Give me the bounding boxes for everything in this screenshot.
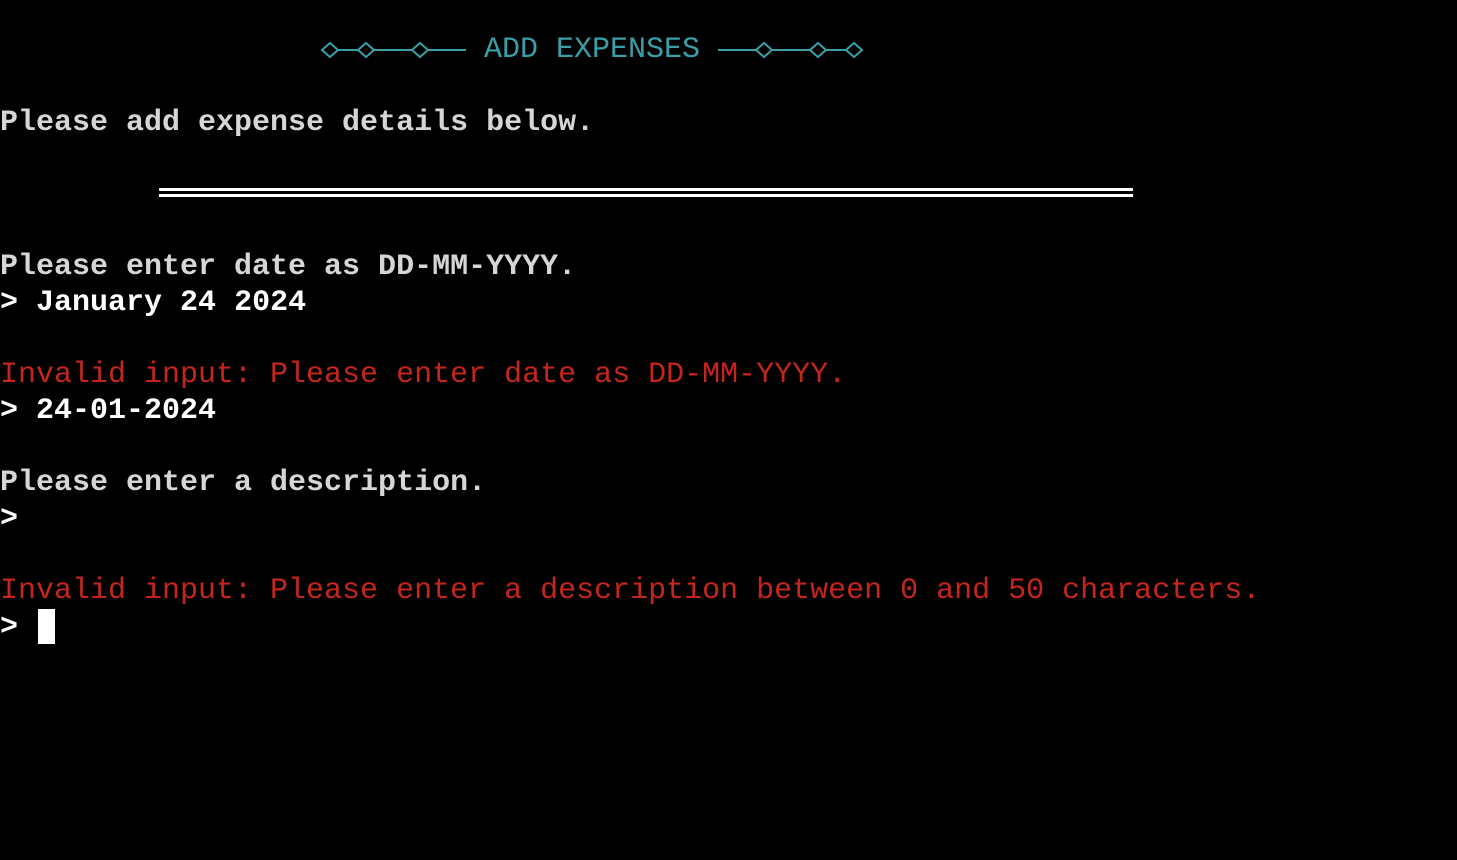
- description-prompt: Please enter a description.: [0, 466, 487, 500]
- date-input-value: 24-01-2024: [36, 394, 217, 428]
- intro-text: Please add expense details below.: [0, 106, 595, 140]
- prompt-symbol: >: [0, 502, 19, 536]
- date-error-message: Invalid input: Please enter date as DD-M…: [0, 358, 847, 392]
- description-error-message: Invalid input: Please enter a descriptio…: [0, 574, 1261, 608]
- diamond-chain-icon: [320, 41, 466, 59]
- section-header: ADD EXPENSES: [320, 32, 864, 68]
- date-input-line-1: > January 24 2024: [0, 285, 306, 321]
- date-prompt: Please enter date as DD-MM-YYYY.: [0, 250, 577, 284]
- date-input-value: January 24 2024: [36, 286, 307, 320]
- double-divider: [159, 188, 1133, 197]
- prompt-symbol: >: [0, 610, 19, 645]
- prompt-symbol: >: [0, 286, 19, 320]
- page-title: ADD EXPENSES: [484, 33, 701, 67]
- description-input-line-1: >: [0, 501, 36, 537]
- active-input-line[interactable]: >: [0, 609, 56, 645]
- diamond-chain-icon: [718, 41, 864, 59]
- terminal-window[interactable]: ADD EXPENSES Please add expense details …: [0, 0, 1457, 860]
- prompt-symbol: >: [0, 394, 19, 428]
- text-cursor[interactable]: [38, 609, 56, 644]
- date-input-line-2: > 24-01-2024: [0, 393, 216, 429]
